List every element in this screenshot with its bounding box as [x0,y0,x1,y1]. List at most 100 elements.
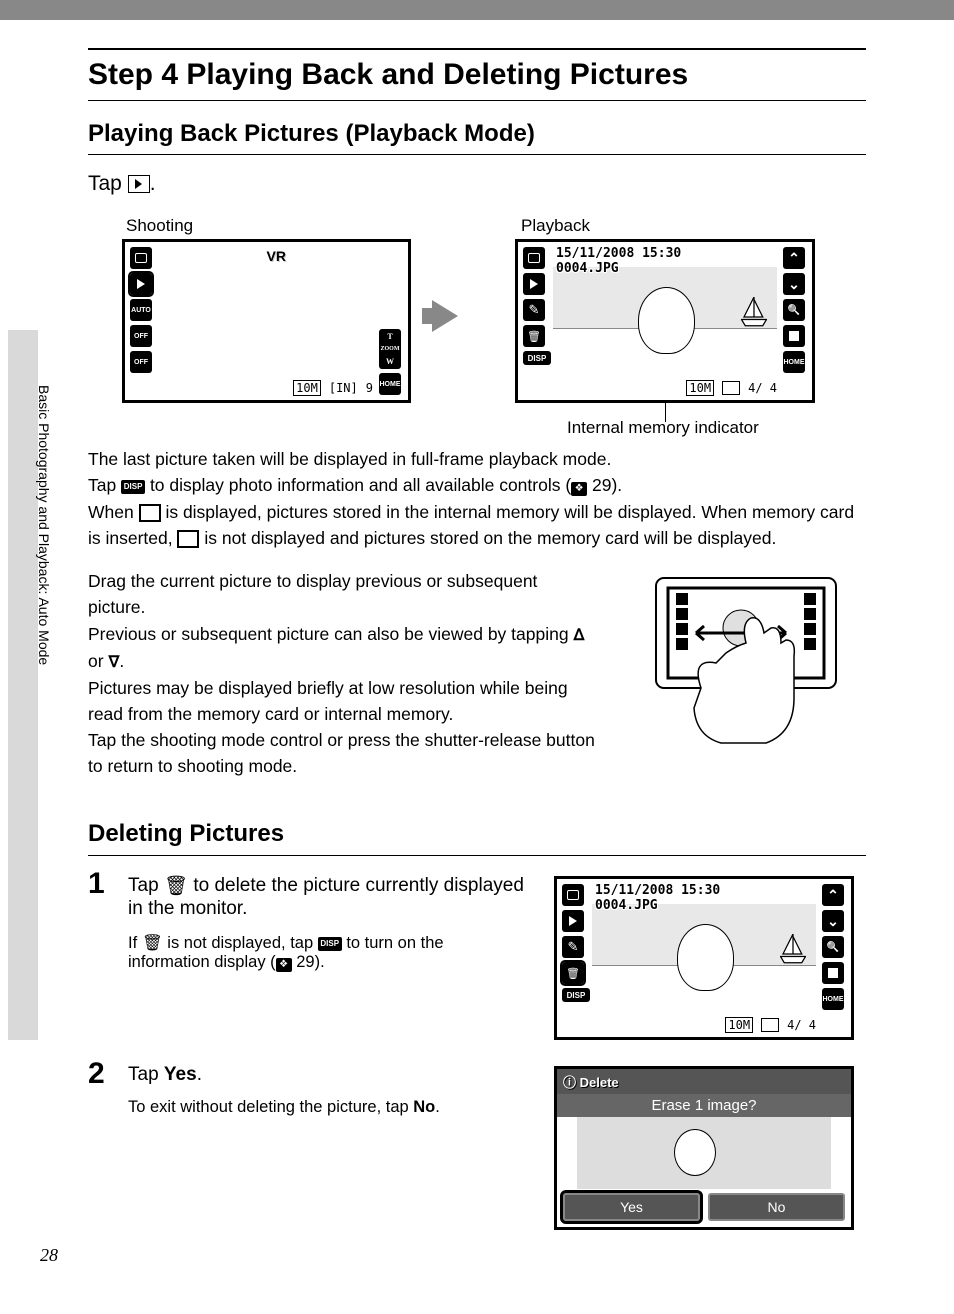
right-controls: HOME [822,884,846,1010]
header-bar-right [768,0,954,20]
right-controls: TZOOMW HOME [379,329,403,395]
zoom-icon[interactable] [783,299,805,321]
rule [88,48,866,50]
trash-icon: 🗑 [164,874,188,898]
home-icon[interactable]: HOME [783,351,805,373]
image-size: 10M [686,380,714,396]
section-sidebar: Basic Photography and Playback: Auto Mod… [36,385,52,665]
playback-icon[interactable] [130,273,152,295]
edit-icon[interactable] [523,299,545,321]
left-controls: DISP [523,247,547,365]
dialog-title: ⓘ Delete [557,1069,851,1094]
sailboat-graphic [741,297,767,327]
right-controls: HOME [783,247,807,373]
step-1-note: If 🗑 is not displayed, tap DISP to turn … [128,934,528,972]
photo-preview [553,267,777,380]
page-ref-icon: ❖ [276,958,292,972]
vr-indicator: VR [267,248,286,264]
shooting-label: Shooting [126,216,193,236]
step-1-instruction: Tap 🗑 to delete the picture currently di… [128,874,528,920]
image-size: 10M [293,380,321,396]
yes-button[interactable]: Yes [563,1193,700,1221]
manual-page: Basic Photography and Playback: Auto Mod… [0,0,954,1314]
home-icon[interactable]: HOME [379,373,401,395]
internal-memory-icon [722,381,740,395]
file-info: 15/11/2008 15:300004.JPG [595,883,720,913]
step-2-note: To exit without deleting the picture, ta… [128,1098,528,1117]
thumb-tab [8,330,38,1040]
step-number: 2 [88,1057,105,1091]
playback-screen: 15/11/2008 15:300004.JPG DISP HOME 10M 4… [515,239,815,403]
next-icon[interactable] [783,273,805,295]
internal-memory-icon [177,530,199,548]
photo-preview [592,904,816,1017]
camera-icon[interactable] [562,884,584,906]
edit-icon[interactable] [562,936,584,958]
timer-off-icon[interactable]: OFF [130,325,152,347]
chevron-up-icon: ᐃ [573,624,584,648]
image-size: 10M [725,1017,753,1033]
playback-icon[interactable] [562,910,584,932]
playback-screen-delete: 15/11/2008 15:300004.JPG DISP HOME 10M 4… [554,876,854,1040]
dialog-buttons: Yes No [563,1193,845,1221]
header-bar-left [0,0,768,20]
playback-icon [128,175,150,193]
disp-icon: DISP [318,937,342,951]
prev-icon[interactable] [783,247,805,269]
dialog-message: Erase 1 image? [557,1094,851,1117]
thumbnail-icon[interactable] [783,325,805,347]
left-controls: DISP [562,884,586,1002]
disp-button[interactable]: DISP [523,351,551,365]
shooting-screen: AUTO OFF OFF VR TZOOMW HOME 10M [IN] 9 [122,239,411,403]
internal-memory-icon [139,504,161,522]
page-ref-icon: ❖ [571,482,587,496]
section-heading: Playing Back Pictures (Playback Mode) [88,120,535,148]
playback-label: Playback [521,216,590,236]
file-info: 15/11/2008 15:300004.JPG [556,246,681,276]
trash-icon: 🗑 [142,934,163,953]
zoom-rocker[interactable]: TZOOMW [379,329,401,369]
section-heading: Deleting Pictures [88,820,284,848]
playback-icon[interactable] [523,273,545,295]
sailboat-graphic [780,934,806,964]
prev-icon[interactable] [822,884,844,906]
dialog-preview [577,1117,831,1189]
body-text: The last picture taken will be displayed… [88,446,866,551]
disp-button[interactable]: DISP [562,988,590,1002]
no-button[interactable]: No [708,1193,845,1221]
camera-icon[interactable] [130,247,152,269]
rule [88,154,866,155]
hand-drag-illustration [626,568,866,763]
body-text: Drag the current picture to display prev… [88,568,598,780]
page-title: Step 4 Playing Back and Deleting Picture… [88,58,688,92]
rule [88,855,866,856]
status-bar: 10M 4/ 4 [592,1017,816,1033]
text: Tap [88,172,128,195]
frame-counter: 4/ 4 [748,381,777,395]
delete-confirm-dialog: ⓘ Delete Erase 1 image? Yes No [554,1066,854,1230]
step-number: 1 [88,867,105,901]
page-number: 28 [40,1245,58,1266]
shot-count: 9 [366,381,373,395]
text: . [150,172,156,195]
step-2-instruction: Tap Yes. [128,1064,202,1086]
rule [88,100,866,101]
trash-icon[interactable] [562,962,584,984]
disp-icon: DISP [121,480,145,494]
camera-icon[interactable] [523,247,545,269]
thumbnail-icon[interactable] [822,962,844,984]
home-icon[interactable]: HOME [822,988,844,1010]
zoom-icon[interactable] [822,936,844,958]
frame-counter: 4/ 4 [787,1018,816,1032]
next-icon[interactable] [822,910,844,932]
tap-instruction: Tap . [88,172,156,196]
auto-flash-icon[interactable]: AUTO [130,299,152,321]
internal-memory-icon [761,1018,779,1032]
status-bar: 10M 4/ 4 [553,380,777,396]
macro-off-icon[interactable]: OFF [130,351,152,373]
chevron-down-icon: ᐁ [108,651,119,675]
left-controls: AUTO OFF OFF [130,247,154,373]
trash-icon[interactable] [523,325,545,347]
callout-label: Internal memory indicator [567,418,759,438]
arrow-icon [432,300,458,332]
